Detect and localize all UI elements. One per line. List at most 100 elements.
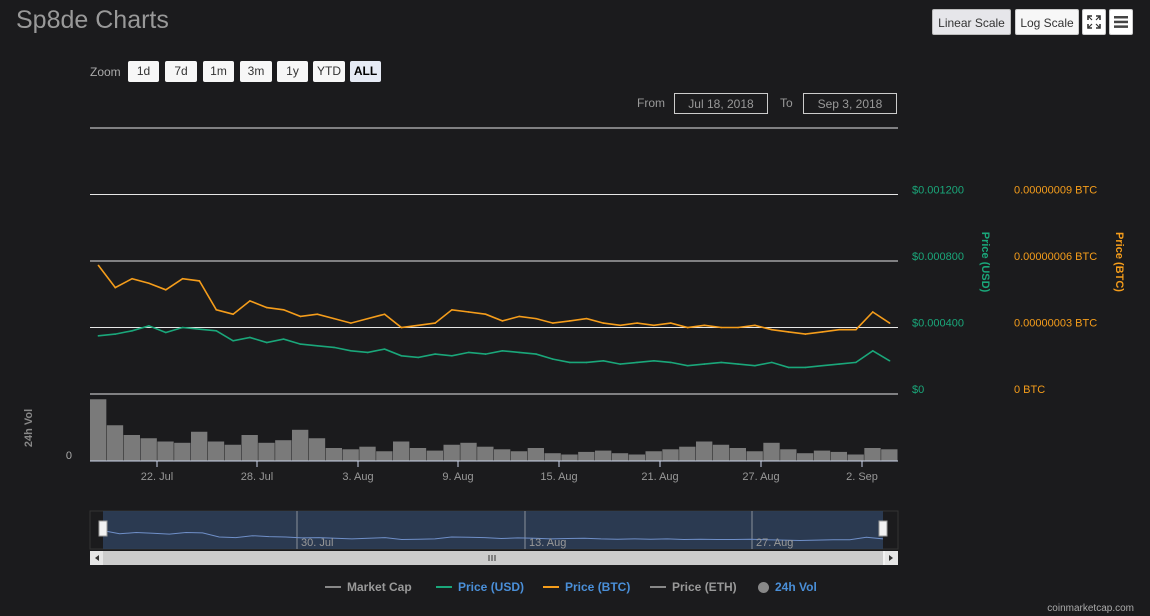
price-usd-point [518, 351, 521, 354]
price-btc-point [585, 317, 588, 320]
volume-bar [460, 442, 477, 461]
y-tick-btc: 0 BTC [1014, 384, 1045, 396]
navigator-right-handle[interactable] [878, 520, 888, 537]
volume-bar [207, 441, 225, 461]
price-usd-point [434, 353, 436, 355]
price-usd-point [703, 363, 706, 365]
legend-price-btc-swatch [543, 586, 559, 588]
volume-bar [140, 438, 157, 461]
price-btc-point [804, 333, 807, 335]
volume-bar [679, 446, 696, 461]
price-btc-point [198, 280, 201, 282]
price-usd-point [114, 333, 117, 335]
volume-bar [477, 446, 494, 461]
y-tick-btc: 0.00000003 BTC [1014, 318, 1097, 330]
legend-24h-vol-label: 24h Vol [775, 580, 817, 594]
price-usd-point [316, 344, 319, 347]
volume-bar [595, 450, 612, 461]
y-axis-btc-ticks: 0 BTC 0.00000003 BTC 0.00000006 BTC 0.00000… [1014, 185, 1097, 397]
price-btc-point [821, 331, 824, 333]
price-btc-point [568, 320, 571, 322]
price-usd-point [249, 336, 251, 339]
price-btc-point [602, 322, 605, 324]
volume-bar [174, 442, 191, 461]
x-tick-label: 22. Jul [141, 471, 173, 483]
price-usd-point [821, 364, 824, 367]
price-btc-point [535, 317, 537, 320]
navigator-label-30-jul: 30. Jul [301, 537, 333, 549]
price-usd-point [568, 361, 571, 364]
price-usd-point [484, 353, 487, 355]
credit-link[interactable]: coinmarketcap.com [1047, 603, 1134, 614]
legend-price-eth[interactable]: Price (ETH) [650, 580, 737, 594]
price-btc-point [299, 315, 302, 318]
volume-bar [376, 451, 393, 461]
y-tick-usd: $0.001200 [912, 185, 964, 197]
x-tick-label: 21. Aug [641, 471, 678, 483]
volume-bar [578, 451, 595, 461]
price-usd-point [383, 348, 386, 350]
volume-bar [729, 448, 746, 461]
volume-bar [494, 449, 511, 461]
legend-24h-vol[interactable]: 24h Vol [758, 580, 817, 594]
price-btc-point [770, 328, 773, 331]
price-btc-point [451, 308, 453, 311]
price-btc-point [366, 317, 369, 320]
price-btc-point [653, 324, 655, 327]
legend-market-cap[interactable]: Market Cap [325, 580, 412, 594]
price-usd-point [198, 328, 201, 330]
price-usd-point [636, 361, 638, 364]
legend-market-cap-swatch [325, 586, 341, 588]
volume-bar [628, 454, 645, 461]
price-btc-point [552, 322, 554, 324]
volume-bar [325, 448, 342, 461]
volume-bar [813, 450, 831, 461]
price-btc-point [164, 289, 167, 291]
price-usd-point [299, 343, 302, 345]
price-usd-point [888, 359, 891, 362]
price-btc-point [855, 328, 857, 331]
legend-price-btc[interactable]: Price (BTC) [543, 580, 630, 594]
price-usd-point [787, 366, 790, 369]
price-btc-line [97, 264, 891, 335]
volume-bar [106, 425, 124, 461]
price-btc-point [888, 322, 891, 324]
volume-bar [645, 451, 662, 461]
price-btc-point [686, 326, 689, 329]
price-btc-point [148, 282, 150, 284]
volume-bar [275, 440, 292, 461]
price-usd-point [282, 338, 285, 340]
volume-bar [763, 442, 780, 461]
grid-lines [90, 127, 898, 395]
price-btc-point [434, 322, 436, 324]
navigator-left-handle[interactable] [98, 520, 108, 537]
price-usd-point [686, 364, 689, 367]
volume-bar [847, 454, 864, 461]
y-axis-btc-title: Price (BTC) [1113, 232, 1125, 292]
scrollbar-thumb[interactable] [103, 551, 883, 565]
price-usd-point [669, 361, 672, 364]
y-tick-btc: 0.00000009 BTC [1014, 185, 1097, 197]
volume-bar [712, 444, 730, 461]
y-axis-usd-title: Price (USD) [979, 232, 991, 293]
legend-price-btc-label: Price (BTC) [565, 580, 631, 594]
price-usd-point [265, 341, 268, 344]
volume-bar [241, 435, 258, 461]
price-usd-point [585, 361, 588, 364]
price-chart: $0 $0.000400 $0.000800 $0.001200 0 BTC 0.000… [23, 127, 1125, 565]
legend-price-usd[interactable]: Price (USD) [436, 580, 524, 594]
price-btc-point [350, 322, 352, 324]
x-axis-ticks: 22. Jul 28. Jul 3. Aug 9. Aug 15. Aug 21. Aug… [141, 461, 878, 483]
price-usd-point [366, 351, 369, 354]
price-usd-point [451, 354, 453, 357]
volume-bar [830, 451, 847, 461]
price-usd-point [148, 325, 150, 327]
price-btc-point [400, 326, 403, 329]
y-tick-usd: $0.000800 [912, 251, 964, 263]
price-usd-point [333, 346, 335, 349]
volume-bar [746, 451, 763, 461]
volume-bar [258, 442, 275, 461]
price-btc-point [383, 313, 386, 316]
legend-market-cap-label: Market Cap [347, 580, 412, 594]
price-btc-point [215, 308, 218, 311]
